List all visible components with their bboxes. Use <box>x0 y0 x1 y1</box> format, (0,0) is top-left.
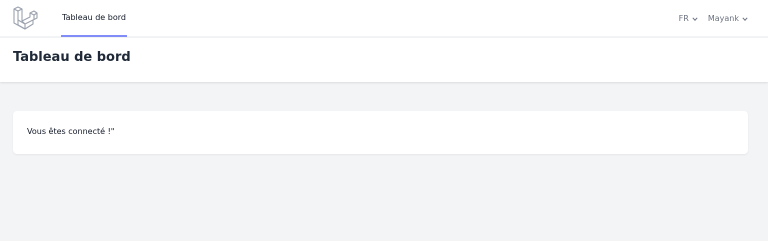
status-card: Vous êtes connecté !" <box>13 111 748 154</box>
user-name: Mayank <box>707 14 739 23</box>
page-title: Tableau de bord <box>13 50 131 65</box>
language-label: FR <box>678 14 689 23</box>
page-header: Tableau de bord <box>0 38 768 82</box>
nav-link-dashboard[interactable]: Tableau de bord <box>61 0 127 37</box>
language-dropdown[interactable]: FR <box>679 14 698 23</box>
login-status-message: Vous êtes connecté !" <box>27 127 115 136</box>
chevron-down-icon <box>742 16 748 21</box>
laravel-logo-icon[interactable] <box>12 5 38 31</box>
top-navigation: Tableau de bord FR Mayank <box>0 0 768 37</box>
chevron-down-icon <box>692 16 698 21</box>
nav-right-controls: FR Mayank <box>679 0 748 37</box>
user-dropdown[interactable]: Mayank <box>708 14 748 23</box>
